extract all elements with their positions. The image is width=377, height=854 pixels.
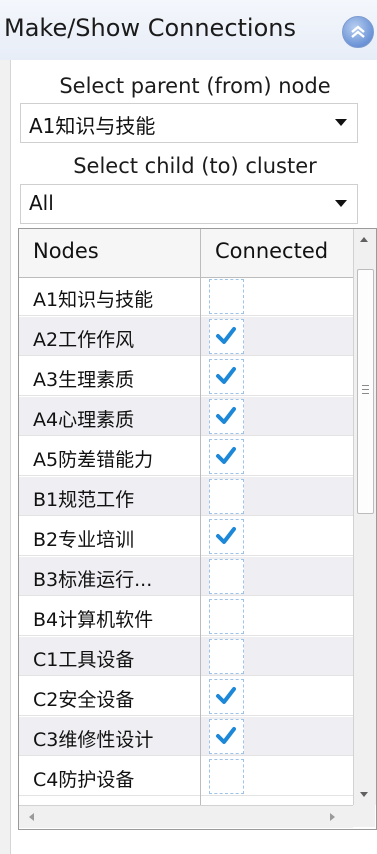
grip-line xyxy=(362,389,369,390)
node-name: A2工作作风 xyxy=(33,329,135,351)
checkmark-icon xyxy=(216,727,236,744)
dropdown-arrow-icon xyxy=(335,119,347,126)
connected-checkbox[interactable] xyxy=(209,599,244,634)
panel-title: Make/Show Connections xyxy=(4,14,296,42)
table-row[interactable]: A5防差错能力 xyxy=(19,437,353,476)
table-row[interactable]: C2安全设备 xyxy=(19,677,353,716)
connected-checkbox[interactable] xyxy=(209,279,244,314)
scrollbar-thumb[interactable] xyxy=(357,269,374,514)
checkmark-icon xyxy=(216,687,236,704)
scroll-left-icon[interactable] xyxy=(29,813,34,821)
node-name: A5防差错能力 xyxy=(33,449,154,471)
table-row[interactable]: B2专业培训 xyxy=(19,517,353,556)
node-name: B1规范工作 xyxy=(33,489,135,511)
checkmark-icon xyxy=(216,527,236,544)
scroll-right-icon[interactable] xyxy=(330,813,335,821)
connected-checkbox[interactable] xyxy=(209,359,244,394)
node-name: A3生理素质 xyxy=(33,369,135,391)
grid-header: Nodes Connected xyxy=(19,229,353,278)
child-cluster-select[interactable]: All xyxy=(20,184,358,224)
table-row[interactable]: B1规范工作 xyxy=(19,477,353,516)
checkmark-icon xyxy=(216,367,236,384)
connected-checkbox[interactable] xyxy=(209,639,244,674)
panel-left-edge xyxy=(0,60,11,854)
horizontal-scrollbar[interactable] xyxy=(19,805,353,828)
column-header-connected[interactable]: Connected xyxy=(215,239,328,263)
column-header-nodes[interactable]: Nodes xyxy=(33,239,99,263)
table-row[interactable]: B3标准运行... xyxy=(19,557,353,596)
connected-checkbox[interactable] xyxy=(209,759,244,794)
connected-checkbox[interactable] xyxy=(209,439,244,474)
table-row[interactable]: A1知识与技能 xyxy=(19,277,353,316)
dropdown-arrow-icon xyxy=(335,200,347,207)
connected-checkbox[interactable] xyxy=(209,399,244,434)
node-name: C3维修性设计 xyxy=(33,729,154,751)
checkmark-icon xyxy=(216,407,236,424)
grip-line xyxy=(362,385,369,386)
parent-node-select[interactable]: A1知识与技能 xyxy=(20,103,358,143)
connected-checkbox[interactable] xyxy=(209,519,244,554)
scroll-down-icon[interactable] xyxy=(360,792,368,797)
node-name: C4防护设备 xyxy=(33,769,135,791)
parent-node-value: A1知识与技能 xyxy=(29,114,156,138)
connected-checkbox[interactable] xyxy=(209,559,244,594)
table-row[interactable]: B4计算机软件 xyxy=(19,597,353,636)
checkmark-icon xyxy=(216,447,236,464)
node-name: B2专业培训 xyxy=(33,529,135,551)
child-cluster-label: Select child (to) cluster xyxy=(73,154,317,178)
vertical-scrollbar[interactable] xyxy=(353,229,376,805)
node-name: A4心理素质 xyxy=(33,409,135,431)
parent-node-label: Select parent (from) node xyxy=(59,74,331,98)
table-row[interactable]: C3维修性设计 xyxy=(19,717,353,756)
table-row[interactable]: C4防护设备 xyxy=(19,757,353,796)
collapse-button[interactable] xyxy=(342,16,374,48)
scrollbar-corner xyxy=(353,805,375,827)
scroll-up-icon[interactable] xyxy=(360,237,368,242)
checkmark-icon xyxy=(216,327,236,344)
table-row[interactable]: A2工作作风 xyxy=(19,317,353,356)
child-cluster-value: All xyxy=(29,191,54,215)
connected-checkbox[interactable] xyxy=(209,679,244,714)
panel-header: Make/Show Connections xyxy=(0,0,377,61)
node-name: B3标准运行... xyxy=(33,569,153,591)
table-row[interactable]: C1工具设备 xyxy=(19,637,353,676)
connections-grid: Nodes Connected A1知识与技能 A2工作作风 A3生理素质 A4心理素… xyxy=(18,228,377,830)
node-name: B4计算机软件 xyxy=(33,609,154,631)
connected-checkbox[interactable] xyxy=(209,479,244,514)
table-row[interactable]: A4心理素质 xyxy=(19,397,353,436)
table-row[interactable]: A3生理素质 xyxy=(19,357,353,396)
node-name: A1知识与技能 xyxy=(33,289,154,311)
node-name: C2安全设备 xyxy=(33,689,135,711)
node-name: C1工具设备 xyxy=(33,649,135,671)
grip-line xyxy=(362,393,369,394)
column-divider xyxy=(200,229,201,805)
chevron-double-up-icon xyxy=(351,25,365,38)
connected-checkbox[interactable] xyxy=(209,719,244,754)
connected-checkbox[interactable] xyxy=(209,319,244,354)
